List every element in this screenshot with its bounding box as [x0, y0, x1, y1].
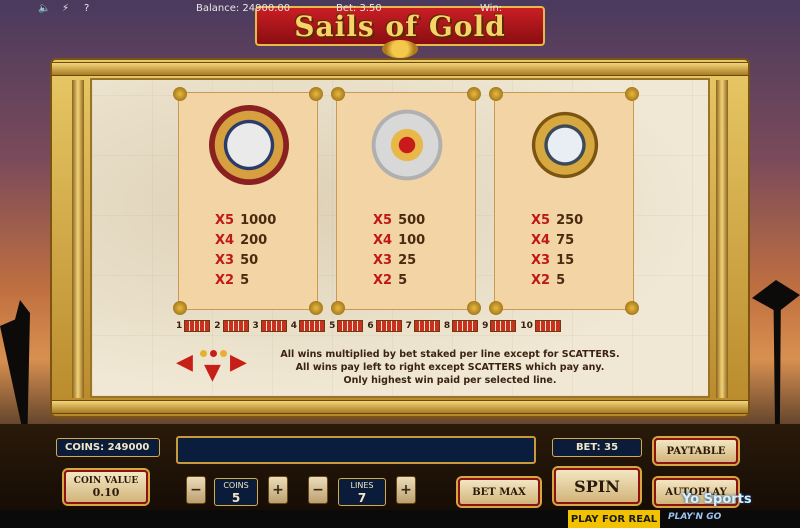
coins-minus-button[interactable]: − [186, 476, 206, 504]
frame-top-rail [52, 62, 748, 76]
bet-text: Bet: 3.50 [336, 3, 382, 14]
compass-icon [525, 105, 605, 185]
palm-silhouette-right [752, 280, 800, 430]
balance-text: Balance: 24900.00 [196, 3, 291, 14]
frame-left-pillar [72, 80, 84, 398]
game-title: Sails of Gold [294, 9, 506, 43]
frame-bottom-rail [52, 400, 748, 414]
paytable-card-coat-of-arms: X5 1000 X4 200 X3 50 X2 5 [173, 87, 323, 315]
payline-item: 2 [214, 320, 249, 332]
bet-max-button[interactable]: BET MAX [458, 478, 540, 506]
lines-plus-button[interactable]: + [396, 476, 416, 504]
paytable-nav-arrows: ◀ ▼ ▶ [176, 342, 256, 386]
rules-text: All wins multiplied by bet staked per li… [280, 349, 620, 386]
paytable-button[interactable]: PAYTABLE [654, 438, 738, 464]
settings-icon[interactable]: ? [84, 3, 89, 14]
win-text: Win: [480, 3, 503, 14]
crown-ornament-icon [382, 40, 418, 58]
payline-item: 9 [482, 320, 517, 332]
turbo-icon[interactable]: ⚡ [62, 3, 69, 14]
provider-logo: PLAY'N GO [668, 512, 722, 522]
payout-list: X5 1000 X4 200 X3 50 X2 5 [215, 213, 277, 288]
lines-minus-button[interactable]: − [308, 476, 328, 504]
payline-item: 8 [444, 320, 479, 332]
jewel-brooch-icon [367, 105, 447, 185]
sound-icon[interactable]: 🔈 [38, 3, 50, 14]
payline-item: 10 [520, 320, 561, 332]
spin-button[interactable]: SPIN [554, 468, 640, 504]
coins-plus-button[interactable]: + [268, 476, 288, 504]
play-for-real-button[interactable]: PLAY FOR REAL [568, 510, 660, 528]
payline-item: 7 [406, 320, 440, 332]
payline-item: 6 [367, 320, 402, 332]
payline-item: 4 [291, 320, 326, 332]
coin-value-button[interactable]: COIN VALUE 0.10 [64, 470, 148, 504]
paytable-card-jewel-brooch: X5 500 X4 100 X3 25 X2 5 [331, 87, 481, 315]
payline-item: 1 [176, 320, 211, 332]
payline-item: 3 [253, 320, 287, 332]
arrow-left-icon[interactable]: ◀ [176, 352, 193, 374]
payout-list: X5 250 X4 75 X3 15 X2 5 [531, 213, 584, 288]
coat-of-arms-icon [209, 105, 289, 185]
coins-stepper: COINS 5 [214, 478, 258, 506]
payout-list: X5 500 X4 100 X3 25 X2 5 [373, 213, 426, 288]
coins-balance: COINS: 249000 [56, 438, 160, 457]
payline-diagrams: 1 2 3 4 5 6 7 8 9 10 [176, 320, 561, 332]
paytable-card-compass: X5 250 X4 75 X3 15 X2 5 [489, 87, 639, 315]
arrow-down-icon[interactable]: ▼ [204, 362, 221, 384]
watermark-logo: Yo Sports [682, 492, 752, 507]
page-dots-icon [200, 342, 230, 357]
message-bar [176, 436, 536, 464]
lines-stepper: LINES 7 [338, 478, 386, 506]
arrow-right-icon[interactable]: ▶ [230, 352, 247, 374]
bet-display: BET: 35 [552, 438, 642, 457]
payline-item: 5 [329, 320, 364, 332]
frame-right-pillar [716, 80, 728, 398]
palm-silhouette-left [0, 300, 30, 430]
